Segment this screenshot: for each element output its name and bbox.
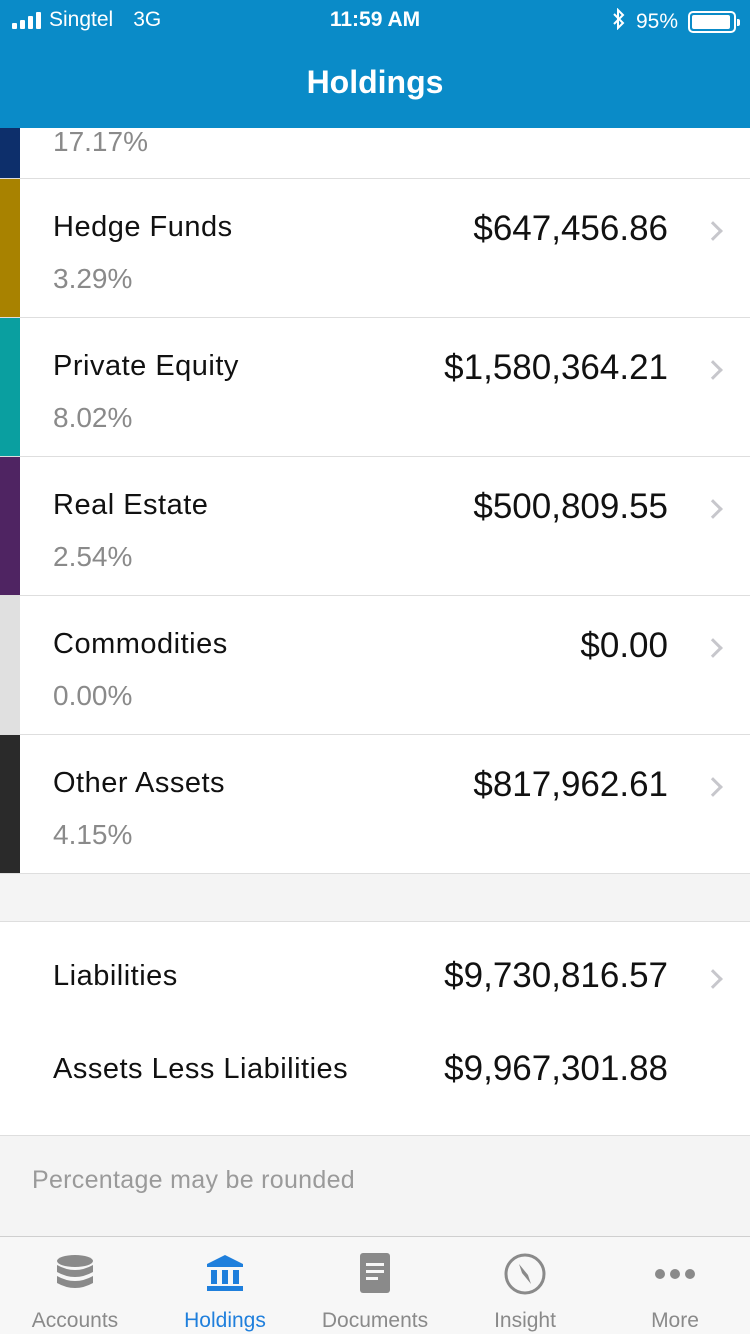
asset-percent: 4.15% — [53, 819, 133, 850]
compass-icon — [504, 1253, 546, 1295]
asset-amount: $0.00 — [580, 626, 668, 665]
chevron-right-icon — [703, 969, 723, 989]
chevron-right-icon — [703, 221, 723, 241]
asset-amount: $817,962.61 — [473, 765, 668, 804]
tab-label: Documents — [321, 1309, 429, 1332]
asset-row-other-assets[interactable]: Other Assets 4.15% $817,962.61 — [0, 735, 750, 874]
asset-name: Real Estate — [53, 489, 209, 521]
asset-percent: 2.54% — [53, 541, 133, 572]
tab-label: Insight — [494, 1309, 556, 1332]
battery-icon — [688, 11, 740, 33]
asset-name: Private Equity — [53, 350, 239, 382]
liabilities-amount: $9,730,816.57 — [444, 956, 668, 995]
chevron-right-icon — [703, 638, 723, 658]
net-assets-amount: $9,967,301.88 — [444, 1049, 668, 1088]
chevron-right-icon — [703, 777, 723, 797]
asset-amount: $1,580,364.21 — [444, 348, 668, 387]
asset-name: Commodities — [53, 628, 228, 660]
rounding-note-text: Percentage may be rounded — [32, 1166, 355, 1194]
asset-list: 17.17% Hedge Funds 3.29% $647,456.86 Pri… — [0, 126, 750, 874]
asset-color-bar — [0, 318, 20, 456]
tab-documents[interactable]: Documents — [300, 1237, 450, 1334]
liabilities-label: Liabilities — [53, 960, 178, 992]
asset-percent: 3.29% — [53, 263, 133, 294]
asset-row-hedge-funds[interactable]: Hedge Funds 3.29% $647,456.86 — [0, 179, 750, 318]
section-spacer — [0, 874, 750, 922]
chevron-right-icon — [703, 360, 723, 380]
bluetooth-icon — [612, 7, 626, 36]
battery-percent: 95% — [635, 10, 678, 33]
asset-color-bar — [0, 179, 20, 317]
database-icon — [57, 1255, 93, 1288]
asset-color-bar — [0, 596, 20, 734]
asset-amount: $647,456.86 — [473, 209, 668, 248]
asset-name: Other Assets — [53, 767, 226, 799]
asset-percent: 8.02% — [53, 402, 133, 433]
asset-row-private-equity[interactable]: Private Equity 8.02% $1,580,364.21 — [0, 318, 750, 457]
asset-row-partial[interactable]: 17.17% — [0, 126, 750, 179]
holdings-content[interactable]: 17.17% Hedge Funds 3.29% $647,456.86 Pri… — [0, 126, 750, 1234]
status-right: 95% — [612, 7, 740, 36]
document-icon — [360, 1253, 390, 1293]
battery-fill — [692, 15, 730, 29]
more-dots-icon — [655, 1269, 695, 1279]
asset-color-bar — [0, 128, 20, 178]
asset-color-bar — [0, 735, 20, 873]
bank-icon — [207, 1255, 243, 1291]
tab-holdings[interactable]: Holdings — [150, 1237, 300, 1334]
chevron-right-icon — [703, 499, 723, 519]
app-header: Singtel 3G 11:59 AM 95% Holdings — [0, 0, 750, 128]
status-bar: Singtel 3G 11:59 AM 95% — [0, 0, 750, 40]
tab-label: Accounts — [31, 1309, 119, 1332]
tab-label: Holdings — [184, 1309, 266, 1332]
tab-label: More — [651, 1309, 699, 1332]
asset-row-real-estate[interactable]: Real Estate 2.54% $500,809.55 — [0, 457, 750, 596]
asset-row-commodities[interactable]: Commodities 0.00% $0.00 — [0, 596, 750, 735]
net-assets-label: Assets Less Liabilities — [53, 1053, 349, 1085]
tab-more[interactable]: More — [600, 1237, 750, 1334]
net-assets-row: Assets Less Liabilities $9,967,301.88 — [0, 1045, 750, 1105]
asset-name: Hedge Funds — [53, 211, 233, 243]
rounding-note: Percentage may be rounded — [0, 1136, 750, 1234]
tab-bar: Accounts Holdings Documents Insight More — [0, 1236, 750, 1334]
tab-insight[interactable]: Insight — [450, 1237, 600, 1334]
asset-amount: $500,809.55 — [473, 487, 668, 526]
summary-section: Liabilities $9,730,816.57 Assets Less Li… — [0, 922, 750, 1136]
asset-percent: 17.17% — [53, 126, 148, 157]
page-title: Holdings — [306, 64, 444, 100]
asset-percent: 0.00% — [53, 680, 133, 711]
tab-accounts[interactable]: Accounts — [0, 1237, 150, 1334]
asset-color-bar — [0, 457, 20, 595]
liabilities-row[interactable]: Liabilities $9,730,816.57 — [0, 952, 750, 1012]
